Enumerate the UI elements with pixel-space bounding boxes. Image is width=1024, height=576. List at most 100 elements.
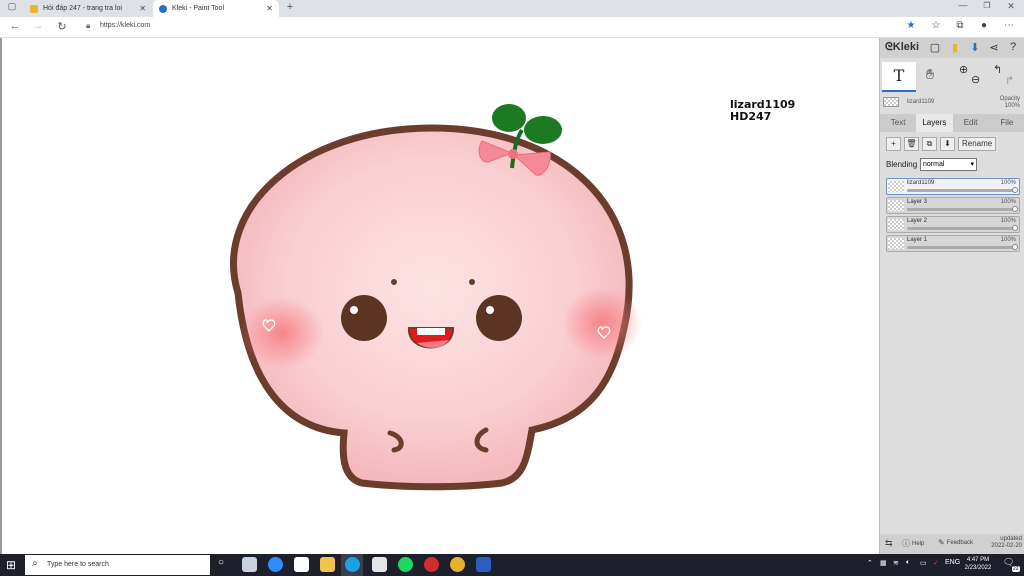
layer-opacity-slider[interactable] [907,244,1018,250]
layer-thumb [888,200,904,211]
url-field[interactable]: https://kleki.com [100,22,150,29]
close-window-icon[interactable]: ✕ [1004,1,1018,12]
layer-opacity-slider[interactable] [907,187,1018,193]
hoidap-favicon-icon [30,4,38,13]
hand-tool-icon[interactable]: ✋︎ [926,66,934,83]
zoom-out-icon[interactable]: ⊖ [971,73,980,86]
left-eye [341,295,387,341]
share-icon[interactable]: ⋖ [987,41,1001,54]
undo-icon[interactable]: ↰ [993,63,1002,76]
layer-thumb [888,238,904,249]
browser-tab-bar: ▢ Hỏi đáp 247 - trang tra loi ✕ Kleki - … [0,0,1024,17]
zoom-app-icon[interactable] [268,557,283,572]
forward-icon[interactable]: → [31,20,45,32]
merge-down-button[interactable]: ⬇ [940,137,955,151]
help-button[interactable]: ⓘ Help [902,538,924,549]
delete-layer-button[interactable]: 🗑︎ [904,137,919,151]
volume-icon[interactable]: 🔈︎ [906,559,910,567]
duplicate-layer-button[interactable]: ⧉ [922,137,937,151]
tab-title: Kleki - Paint Tool [172,5,225,12]
blending-select[interactable]: normal ▾ [920,158,977,171]
kleki-favicon-icon [159,4,167,13]
kleki-logo-text: Kleki [892,41,920,53]
kleki-top-bar: ᘓKleki ▢ ▮ ⬇ ⋖ ? [880,38,1024,58]
app-icon[interactable] [372,557,387,572]
lock-icon: 🔒︎ [86,21,91,30]
task-view-icon[interactable]: ○ [218,557,224,568]
left-blush [240,297,324,369]
windows-start-icon[interactable]: ⊞ [6,558,16,572]
windows-taskbar: ⊞ ⌕ Type here to search ○ ⌃ ▦ ≋ 🔈︎ ▭ ✓ E… [0,554,1024,576]
download-icon[interactable]: ⬇ [968,41,982,54]
layer-item[interactable]: Layer 3 100% [886,197,1020,214]
tab-title: Hỏi đáp 247 - trang tra loi [43,5,122,12]
feedback-button[interactable]: ✎ Feedback [938,538,973,547]
chevron-up-icon[interactable]: ⌃ [867,559,873,567]
tab-hoidap[interactable]: Hỏi đáp 247 - trang tra loi ✕ [24,0,152,17]
help-circle-icon[interactable]: ? [1006,41,1020,53]
right-eye [476,295,522,341]
word-icon[interactable] [476,557,491,572]
search-icon: ⌕ [32,558,38,569]
drawing-canvas[interactable]: lizard1109 HD247 [0,38,879,554]
panel-footer: ⇆ ⓘ Help ✎ Feedback updated 2022-02-20 [880,534,1024,554]
tab-kleki[interactable]: Kleki - Paint Tool ✕ [153,0,279,17]
taskbar-clock[interactable]: 4:47 PM 2/23/2022 [958,556,998,572]
blending-label: Blending [886,160,918,169]
close-tab-icon[interactable]: ✕ [139,4,146,13]
opera-icon[interactable] [424,557,439,572]
redo-icon[interactable]: ↱ [1005,74,1014,87]
app-icon[interactable] [294,557,309,572]
favorites-icon[interactable]: ☆ [929,20,943,31]
tab-actions-icon[interactable]: ▢ [5,1,19,12]
battery-icon[interactable]: ▭ [920,559,927,567]
layer-opacity-slider[interactable] [907,206,1018,212]
taskbar-search[interactable]: ⌕ Type here to search [25,555,210,575]
sprout-leaf-left [492,104,526,132]
zoom-in-icon[interactable]: ⊕ [959,63,968,76]
profile-avatar[interactable]: ● [977,20,991,31]
text-tool-button[interactable]: T [882,62,916,92]
restore-icon[interactable]: ❐ [980,1,994,10]
chevron-down-icon: ▾ [970,161,974,168]
edge-browser-icon[interactable] [345,557,360,572]
rename-button[interactable]: Rename [958,137,997,151]
layer-thumb [888,181,904,192]
tab-file[interactable]: File [989,114,1024,132]
tab-text[interactable]: Text [880,114,916,132]
kleki-logo: ᘓKleki [885,41,919,54]
layer-opacity-slider[interactable] [907,225,1018,231]
current-layer-name: lizard1109 [907,99,935,105]
add-layer-button[interactable]: + [886,137,901,151]
reload-icon[interactable]: ↻ [55,20,69,33]
opacity-readout: Opacity 100% [999,96,1020,109]
layer-item[interactable]: Layer 1 100% [886,235,1020,252]
layer-item[interactable]: lizard1109 100% [886,178,1020,195]
chrome-icon[interactable] [450,557,465,572]
new-image-icon[interactable]: ▢ [928,41,942,54]
collections-icon[interactable]: ⧉ [953,20,967,31]
minimize-icon[interactable]: — [956,0,970,10]
wifi-icon[interactable]: ≋ [893,559,899,567]
kleki-side-panel: ᘓKleki ▢ ▮ ⬇ ⋖ ? T ✋︎ ⊕ ⊖ ↰ ↱ lizard1109… [879,38,1024,554]
tab-edit[interactable]: Edit [953,114,989,132]
tab-layers[interactable]: Layers [916,114,953,132]
file-explorer-icon[interactable] [320,557,335,572]
layer-thumb [888,219,904,230]
notification-badge: 22 [1012,566,1020,572]
favorite-star-icon[interactable]: ★ [904,20,918,31]
back-icon[interactable]: ← [8,20,22,32]
spotify-icon[interactable] [398,557,413,572]
close-tab-icon[interactable]: ✕ [266,4,273,13]
tool-row: T ✋︎ ⊕ ⊖ ↰ ↱ [880,60,1024,93]
swap-sides-icon[interactable]: ⇆ [885,538,893,549]
feedback-icon: ✎ [938,538,945,547]
more-menu-icon[interactable]: ⋯ [1002,20,1016,31]
app-icon[interactable] [242,557,257,572]
new-tab-button[interactable]: + [283,1,297,13]
open-folder-icon[interactable]: ▮ [948,41,962,54]
antivirus-icon[interactable]: ✓ [933,559,939,567]
panel-tabs: Text Layers Edit File [880,114,1024,132]
network-icon[interactable]: ▦ [880,559,887,567]
layer-item[interactable]: Layer 2 100% [886,216,1020,233]
